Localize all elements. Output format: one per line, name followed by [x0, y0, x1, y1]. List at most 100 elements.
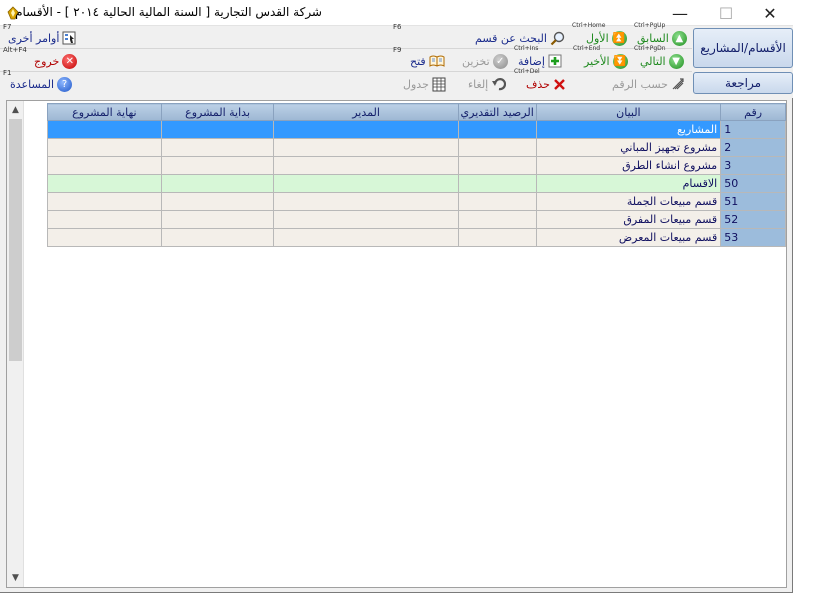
toolbar: F7 أوامر أخرى F6 البحث عن قسم Ctrl+Home — [0, 22, 793, 98]
maximize-button[interactable]: ☐ — [703, 0, 749, 26]
table-row[interactable]: 50 الاقسام — [47, 174, 786, 193]
cell-estimated-balance[interactable] — [457, 138, 537, 157]
table-row[interactable]: 2 مشروع تجهيز المباني — [47, 138, 786, 157]
cell-project-end[interactable] — [47, 156, 162, 175]
cell-estimated-balance[interactable] — [457, 210, 537, 229]
plus-icon — [548, 54, 562, 68]
table-button[interactable]: جدول — [403, 75, 446, 93]
help-label: المساعدة — [10, 77, 55, 91]
sections-projects-button[interactable]: الأقسام/المشاريع — [693, 28, 793, 68]
delete-button[interactable]: حذف — [526, 75, 566, 93]
open-button[interactable]: فتح — [410, 52, 445, 70]
x-icon — [554, 78, 565, 90]
by-number-button[interactable]: حسب الرقم — [612, 75, 685, 93]
cell-number[interactable]: 3 — [720, 156, 786, 175]
cell-project-start[interactable] — [160, 138, 275, 157]
next-shortcut: Ctrl+PgDn — [634, 45, 666, 52]
search-section-label: البحث عن قسم — [475, 31, 547, 45]
cell-project-start[interactable] — [160, 210, 275, 229]
check-circle-icon: ✓ — [492, 53, 508, 69]
column-header-project-start[interactable]: بداية المشروع — [160, 103, 275, 121]
cell-estimated-balance[interactable] — [457, 192, 537, 211]
cell-description[interactable]: قسم مبيعات المعرض — [535, 228, 722, 247]
cell-description[interactable]: قسم مبيعات الجملة — [535, 192, 722, 211]
other-commands-label: أوامر أخرى — [8, 31, 60, 45]
table-header-row: رقم البيان الرصيد التقديري المدير بداية … — [47, 103, 786, 121]
column-header-project-end[interactable]: نهاية المشروع — [47, 103, 162, 121]
undo-icon — [492, 78, 507, 91]
cell-project-start[interactable] — [160, 174, 275, 193]
cell-description[interactable]: الاقسام — [535, 174, 722, 193]
cell-number[interactable]: 53 — [720, 228, 786, 247]
cell-project-start[interactable] — [160, 156, 275, 175]
cell-estimated-balance[interactable] — [457, 156, 537, 175]
next-label: التالي — [640, 54, 666, 68]
cell-project-start[interactable] — [160, 120, 275, 139]
open-fkey: F9 — [393, 46, 402, 54]
review-button[interactable]: مراجعة — [693, 72, 793, 94]
cell-estimated-balance[interactable] — [457, 174, 537, 193]
cell-manager[interactable] — [273, 174, 459, 193]
toolbox-icon — [62, 31, 76, 45]
open-book-icon — [429, 55, 445, 67]
cell-estimated-balance[interactable] — [457, 120, 537, 139]
table-label: جدول — [403, 77, 429, 91]
add-shortcut: Ctrl+Ins — [514, 45, 539, 52]
cell-project-end[interactable] — [47, 192, 162, 211]
cell-number[interactable]: 50 — [720, 174, 786, 193]
cell-manager[interactable] — [273, 228, 459, 247]
cell-project-start[interactable] — [160, 228, 275, 247]
cell-project-end[interactable] — [47, 228, 162, 247]
sections-grid: ▲ ▼ رقم البيان الرصيد التقديري المدير بد… — [6, 100, 787, 588]
toolbar-row-3: F1 ? المساعدة جدول إلغاء Ctrl+Del حذف حس… — [0, 68, 692, 95]
exit-label: خروج — [34, 54, 60, 68]
column-header-estimated-balance[interactable]: الرصيد التقديري — [457, 103, 537, 121]
cell-project-end[interactable] — [47, 210, 162, 229]
column-header-number[interactable]: رقم — [720, 103, 786, 121]
help-circle-icon: ? — [57, 76, 73, 92]
cell-project-start[interactable] — [160, 192, 275, 211]
cell-manager[interactable] — [273, 138, 459, 157]
cell-number[interactable]: 51 — [720, 192, 786, 211]
cell-description[interactable]: قسم مبيعات المفرق — [535, 210, 722, 229]
cell-project-end[interactable] — [47, 120, 162, 139]
cell-project-end[interactable] — [47, 138, 162, 157]
close-window-button[interactable]: ✕ — [747, 0, 793, 26]
cell-description[interactable]: المشاريع — [535, 120, 722, 139]
vertical-scrollbar[interactable]: ▲ ▼ — [7, 101, 24, 587]
store-button[interactable]: ✓ تخزين — [462, 52, 508, 70]
column-header-manager[interactable]: المدير — [273, 103, 459, 121]
exit-button[interactable]: ✕ خروج — [34, 52, 78, 70]
cell-number[interactable]: 1 — [720, 120, 786, 139]
cell-manager[interactable] — [273, 210, 459, 229]
window-title: شركة القدس التجارية [ السنة المالية الحا… — [15, 5, 322, 19]
cell-description[interactable]: مشروع انشاء الطرق — [535, 156, 722, 175]
cell-number[interactable]: 52 — [720, 210, 786, 229]
table-icon — [432, 77, 446, 91]
table-row[interactable]: 51 قسم مبيعات الجملة — [47, 192, 786, 211]
cell-manager[interactable] — [273, 156, 459, 175]
last-button[interactable]: ⏬ الأخير — [584, 52, 628, 70]
table-row[interactable]: 3 مشروع انشاء الطرق — [47, 156, 786, 175]
cell-project-end[interactable] — [47, 174, 162, 193]
exit-fkey: Alt+F4 — [3, 46, 27, 54]
scroll-up-arrow-icon[interactable]: ▲ — [7, 102, 24, 118]
column-header-description[interactable]: البيان — [535, 103, 722, 121]
arrow-down-circle-icon: ▼ — [668, 53, 684, 69]
cell-manager[interactable] — [273, 120, 459, 139]
cell-description[interactable]: مشروع تجهيز المباني — [535, 138, 722, 157]
next-button[interactable]: ▼ التالي — [640, 52, 684, 70]
cell-estimated-balance[interactable] — [457, 228, 537, 247]
scroll-down-arrow-icon[interactable]: ▼ — [7, 570, 24, 586]
first-shortcut: Ctrl+Home — [572, 22, 606, 29]
table-row[interactable]: 53 قسم مبيعات المعرض — [47, 228, 786, 247]
table-row[interactable]: 1 المشاريع — [47, 120, 786, 139]
add-label: إضافة — [518, 54, 545, 68]
cell-number[interactable]: 2 — [720, 138, 786, 157]
help-button[interactable]: ? المساعدة — [10, 75, 73, 93]
table-row[interactable]: 52 قسم مبيعات المفرق — [47, 210, 786, 229]
other-commands-button[interactable]: أوامر أخرى — [8, 29, 76, 47]
cell-manager[interactable] — [273, 192, 459, 211]
scroll-thumb[interactable] — [9, 119, 22, 361]
cancel-button[interactable]: إلغاء — [468, 75, 507, 93]
